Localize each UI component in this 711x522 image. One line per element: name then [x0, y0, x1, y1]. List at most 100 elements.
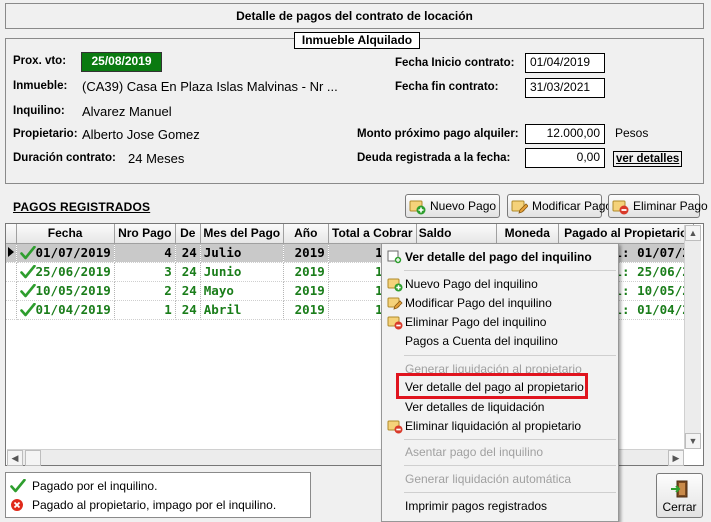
- error-icon: [10, 498, 26, 512]
- edit-money-icon: [387, 295, 403, 311]
- edit-money-icon: [511, 198, 529, 215]
- menu-nuevo-pago[interactable]: Nuevo Pago del inquilino: [382, 275, 618, 293]
- check-icon: [10, 478, 26, 493]
- fecha-value: 25/06/2019: [35, 263, 111, 279]
- scroll-thumb[interactable]: [25, 450, 41, 466]
- scroll-up-icon[interactable]: ▲: [685, 225, 701, 241]
- cell-fecha: 25/06/2019: [16, 262, 115, 282]
- monto-label: Monto próximo pago alquiler:: [357, 128, 519, 140]
- col-total[interactable]: Total a Cobrar: [328, 224, 417, 244]
- exit-door-icon: [670, 479, 690, 499]
- monto-unit: Pesos: [615, 126, 649, 140]
- menu-imprimir[interactable]: Imprimir pagos registrados: [382, 497, 618, 515]
- cerrar-button[interactable]: Cerrar: [656, 473, 703, 518]
- fecha-value: 01/04/2019: [35, 301, 111, 317]
- modificar-pago-button[interactable]: Modificar Pago: [507, 194, 612, 218]
- pagos-section-title: PAGOS REGISTRADOS: [13, 200, 151, 214]
- monto-field[interactable]: 12.000,00: [525, 124, 605, 144]
- menu-separator: [404, 492, 616, 493]
- col-saldo[interactable]: Saldo: [416, 224, 497, 244]
- delete-money-icon: [387, 314, 403, 330]
- cell-mes: Julio: [200, 243, 284, 263]
- row-indicator: [6, 281, 17, 301]
- row-indicator: [6, 300, 17, 320]
- deuda-field[interactable]: 0,00: [525, 148, 605, 168]
- cell-de: 24: [175, 243, 201, 263]
- menu-ver-detalles-liquidacion[interactable]: Ver detalles de liquidación: [382, 398, 618, 416]
- inmueble-label: Inmueble:: [13, 80, 68, 92]
- cell-de: 24: [175, 300, 201, 320]
- cell-nro: 4: [114, 243, 176, 263]
- legend-paid-owner-label: Pagado al propietario, impago por el inq…: [32, 498, 277, 512]
- fecha-value: 10/05/2019: [35, 282, 111, 298]
- col-propietario[interactable]: Pagado al Propietario: [558, 224, 694, 244]
- menu-separator: [404, 465, 616, 466]
- deuda-label: Deuda registrada a la fecha:: [357, 152, 511, 164]
- menu-ver-detalle-inquilino[interactable]: Ver detalle del pago del inquilino: [382, 248, 618, 266]
- scroll-down-icon[interactable]: ▼: [685, 433, 701, 449]
- cell-de: 24: [175, 281, 201, 301]
- col-mes[interactable]: Mes del Pago: [200, 224, 284, 244]
- eliminar-pago-label: Eliminar Pago: [633, 199, 708, 213]
- add-money-icon: [387, 276, 403, 292]
- duracion-unit: Meses: [146, 151, 185, 166]
- cell-fecha: 01/04/2019: [16, 300, 115, 320]
- row-indicator: [6, 262, 17, 282]
- menu-modificar-pago[interactable]: Modificar Pago del inquilino: [382, 294, 618, 312]
- propietario-value: Alberto Jose Gomez: [82, 127, 200, 142]
- col-indicator: [6, 224, 17, 244]
- inquilino-label: Inquilino:: [13, 105, 65, 117]
- cell-anio: 2019: [283, 300, 329, 320]
- magnifier-money-icon: [387, 249, 403, 265]
- menu-eliminar-liquidacion[interactable]: Eliminar liquidación al propietario: [382, 417, 618, 435]
- inmueble-value: (CA39) Casa En Plaza Islas Malvinas - Nr…: [82, 79, 338, 94]
- cell-mes: Mayo: [200, 281, 284, 301]
- cell-anio: 2019: [283, 281, 329, 301]
- nuevo-pago-button[interactable]: Nuevo Pago: [405, 194, 500, 218]
- fecha-fin-label: Fecha fin contrato:: [395, 81, 499, 93]
- check-icon: [19, 302, 36, 317]
- fecha-fin-field[interactable]: 31/03/2021: [525, 78, 605, 98]
- check-icon: [19, 264, 36, 279]
- modificar-pago-label: Modificar Pago: [532, 199, 613, 213]
- scroll-right-icon[interactable]: ▶: [668, 450, 684, 466]
- vertical-scrollbar[interactable]: ▲ ▼: [684, 225, 701, 449]
- legend: Pagado por el inquilino. Pagado al propi…: [5, 472, 311, 518]
- window-title: Detalle de pagos del contrato de locació…: [5, 3, 704, 29]
- row-pointer-icon: [6, 243, 17, 263]
- delete-money-icon: [612, 198, 629, 215]
- cell-nro: 3: [114, 262, 176, 282]
- cell-nro: 2: [114, 281, 176, 301]
- col-nro-pago[interactable]: Nro Pago: [114, 224, 176, 244]
- cell-mes: Abril: [200, 300, 284, 320]
- menu-separator: [404, 355, 616, 356]
- scroll-left-icon[interactable]: ◀: [7, 450, 23, 466]
- highlight-box: [396, 373, 588, 399]
- check-icon: [19, 245, 36, 260]
- col-de[interactable]: De: [175, 224, 201, 244]
- cerrar-label: Cerrar: [662, 500, 697, 514]
- legend-paid-tenant: Pagado por el inquilino.: [10, 478, 158, 493]
- prox-vto-value: 25/08/2019: [81, 52, 162, 72]
- cell-fecha: 10/05/2019: [16, 281, 115, 301]
- eliminar-pago-button[interactable]: Eliminar Pago: [608, 194, 708, 218]
- table-header: Fecha Nro Pago De Mes del Pago Año Total…: [6, 224, 694, 244]
- add-money-icon: [409, 198, 426, 215]
- menu-eliminar-pago[interactable]: Eliminar Pago del inquilino: [382, 313, 618, 331]
- propietario-label: Propietario:: [13, 128, 78, 140]
- legend-paid-tenant-label: Pagado por el inquilino.: [32, 479, 158, 493]
- cell-nro: 1: [114, 300, 176, 320]
- ver-detalles-link[interactable]: ver detalles: [613, 151, 683, 167]
- menu-pagos-cuenta[interactable]: Pagos a Cuenta del inquilino: [382, 332, 618, 350]
- fecha-value: 01/07/2019: [35, 244, 111, 260]
- col-anio[interactable]: Año: [283, 224, 329, 244]
- fecha-inicio-field[interactable]: 01/04/2019: [525, 53, 605, 73]
- cell-anio: 2019: [283, 243, 329, 263]
- col-moneda[interactable]: Moneda: [496, 224, 559, 244]
- cell-fecha: 01/07/2019: [16, 243, 115, 263]
- menu-asentar-pago: Asentar pago del inquilino: [405, 445, 544, 459]
- cell-mes: Junio: [200, 262, 284, 282]
- col-fecha[interactable]: Fecha: [16, 224, 115, 244]
- delete-money-icon: [387, 418, 403, 434]
- check-icon: [19, 283, 36, 298]
